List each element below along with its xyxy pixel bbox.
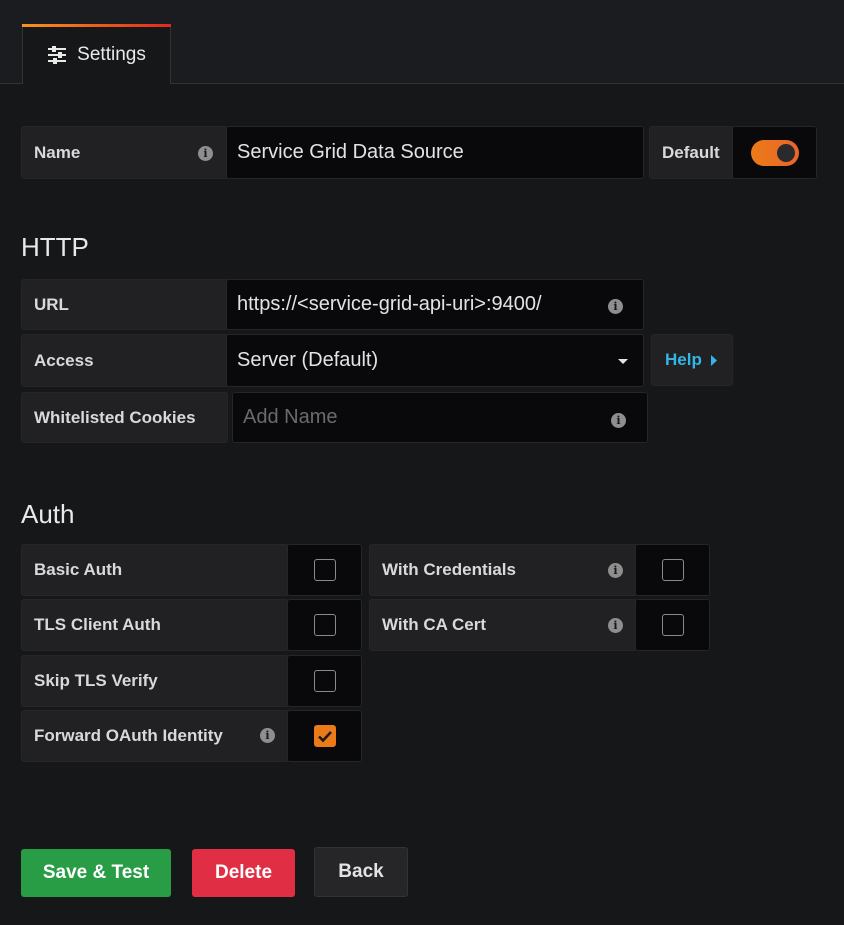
tls-client-auth-checkbox[interactable] bbox=[313, 614, 336, 636]
cookies-placeholder: Add Name bbox=[243, 406, 338, 428]
basic-auth-checkbox[interactable] bbox=[313, 559, 336, 581]
skip-tls-verify-checkbox[interactable] bbox=[313, 670, 336, 692]
access-label-text: Access bbox=[34, 350, 94, 370]
delete-button[interactable]: Delete bbox=[192, 849, 295, 897]
default-toggle[interactable] bbox=[750, 139, 799, 166]
with-ca-cert-text: With CA Cert bbox=[382, 615, 487, 634]
cookies-label-text: Whitelisted Cookies bbox=[34, 407, 196, 427]
skip-tls-verify-text: Skip TLS Verify bbox=[34, 671, 158, 690]
cookies-input[interactable]: Add Name i bbox=[232, 392, 648, 443]
url-label: URL bbox=[21, 279, 228, 330]
tls-client-auth-checkbox-cell[interactable] bbox=[287, 599, 362, 651]
help-button[interactable]: Help bbox=[651, 334, 733, 386]
http-heading: HTTP bbox=[21, 232, 89, 262]
toggle-knob bbox=[776, 143, 795, 162]
forward-oauth-text: Forward OAuth Identity bbox=[34, 726, 223, 745]
info-icon[interactable]: i bbox=[611, 413, 626, 428]
info-icon[interactable]: i bbox=[608, 563, 623, 578]
tab-settings[interactable]: Settings bbox=[22, 24, 171, 84]
tls-client-auth-text: TLS Client Auth bbox=[34, 615, 161, 634]
basic-auth-checkbox-cell[interactable] bbox=[287, 544, 362, 596]
access-select[interactable]: Server (Default) bbox=[226, 334, 644, 387]
default-label: Default bbox=[649, 126, 734, 179]
with-ca-cert-checkbox-cell[interactable] bbox=[635, 599, 710, 651]
forward-oauth-checkbox[interactable] bbox=[313, 725, 336, 747]
caret-right-icon bbox=[710, 354, 717, 366]
name-label-text: Name bbox=[34, 142, 81, 162]
skip-tls-verify-checkbox-cell[interactable] bbox=[287, 655, 362, 707]
with-ca-cert-label: With CA Cert i bbox=[369, 599, 637, 651]
name-label: Name i bbox=[21, 126, 228, 179]
url-input-value: https://<service-grid-api-uri>:9400/ bbox=[237, 293, 542, 315]
forward-oauth-label: Forward OAuth Identity i bbox=[21, 710, 289, 762]
url-input[interactable]: https://<service-grid-api-uri>:9400/ i bbox=[226, 279, 644, 330]
info-icon[interactable]: i bbox=[608, 618, 623, 633]
default-label-text: Default bbox=[662, 142, 720, 162]
save-test-button[interactable]: Save & Test bbox=[21, 849, 171, 897]
basic-auth-label: Basic Auth bbox=[21, 544, 289, 596]
tls-client-auth-label: TLS Client Auth bbox=[21, 599, 289, 651]
help-label: Help bbox=[665, 350, 702, 369]
access-select-value: Server (Default) bbox=[237, 349, 379, 371]
with-ca-cert-checkbox[interactable] bbox=[661, 614, 684, 636]
caret-down-icon bbox=[618, 359, 628, 364]
name-input-value: Service Grid Data Source bbox=[237, 141, 464, 163]
back-label: Back bbox=[338, 861, 384, 882]
delete-label: Delete bbox=[214, 862, 273, 883]
with-credentials-checkbox[interactable] bbox=[661, 559, 684, 581]
tab-settings-label: Settings bbox=[77, 43, 146, 65]
with-credentials-checkbox-cell[interactable] bbox=[635, 544, 710, 596]
url-label-text: URL bbox=[34, 294, 69, 314]
sliders-icon bbox=[48, 45, 67, 64]
save-test-label: Save & Test bbox=[42, 862, 150, 883]
access-label: Access bbox=[21, 334, 228, 387]
info-icon[interactable]: i bbox=[608, 299, 623, 314]
default-toggle-cell[interactable] bbox=[732, 126, 817, 179]
with-credentials-label: With Credentials i bbox=[369, 544, 637, 596]
name-input[interactable]: Service Grid Data Source bbox=[226, 126, 644, 179]
info-icon[interactable]: i bbox=[260, 728, 275, 743]
checkmark-icon bbox=[317, 730, 332, 742]
skip-tls-verify-label: Skip TLS Verify bbox=[21, 655, 289, 707]
back-button[interactable]: Back bbox=[314, 847, 408, 897]
basic-auth-text: Basic Auth bbox=[34, 560, 123, 579]
with-credentials-text: With Credentials bbox=[382, 560, 516, 579]
cookies-label: Whitelisted Cookies bbox=[21, 392, 228, 443]
auth-heading: Auth bbox=[21, 499, 75, 529]
info-icon[interactable]: i bbox=[198, 146, 213, 161]
forward-oauth-checkbox-cell[interactable] bbox=[287, 710, 362, 762]
